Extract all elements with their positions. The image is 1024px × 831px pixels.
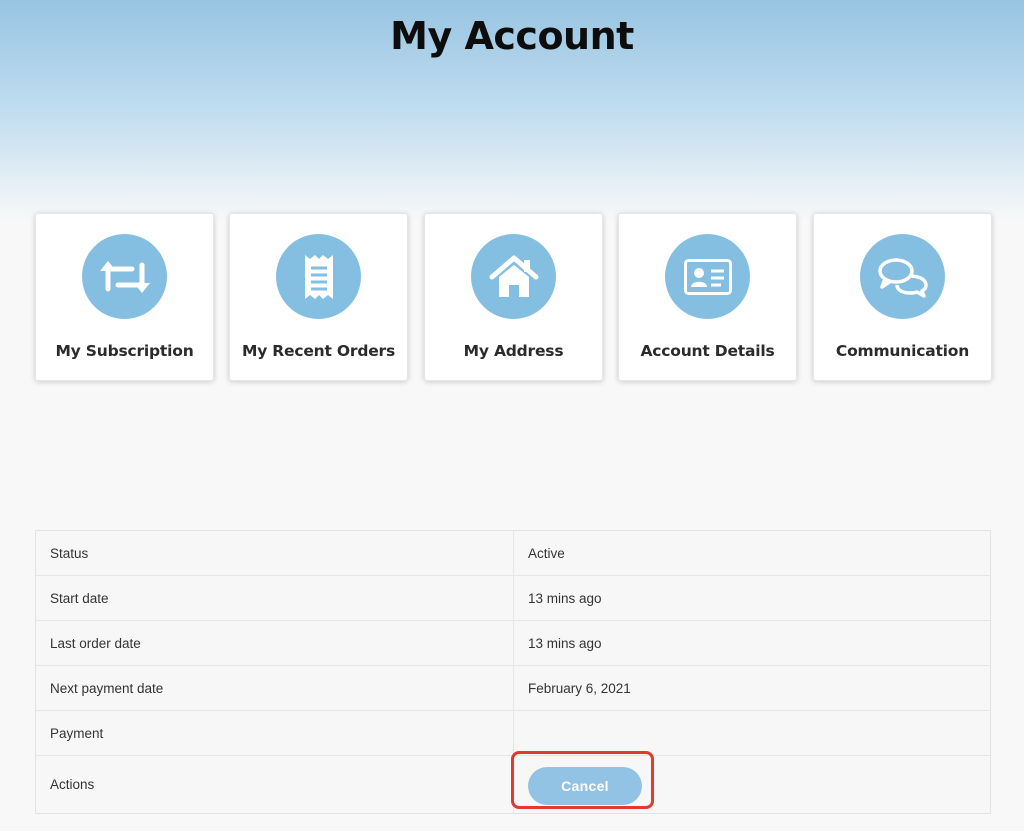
cancel-button[interactable]: Cancel bbox=[528, 766, 642, 805]
table-row: Last order date 13 mins ago bbox=[36, 620, 990, 665]
tile-my-recent-orders[interactable]: My Recent Orders bbox=[229, 213, 408, 381]
account-tiles: My Subscription My Recent Orders My Addr… bbox=[35, 213, 992, 381]
tile-label: My Address bbox=[463, 342, 564, 360]
row-label: Status bbox=[36, 531, 514, 575]
table-row: Payment bbox=[36, 710, 990, 755]
tile-label: Communication bbox=[835, 342, 970, 360]
row-label: Actions bbox=[36, 756, 514, 813]
row-value: February 6, 2021 bbox=[528, 680, 631, 696]
receipt-icon bbox=[302, 253, 336, 301]
chat-bubbles-icon bbox=[877, 256, 929, 298]
tile-icon-circle bbox=[276, 234, 361, 319]
row-value: 13 mins ago bbox=[528, 635, 602, 651]
tile-label: My Subscription bbox=[55, 342, 194, 360]
row-label: Last order date bbox=[36, 621, 514, 665]
row-label: Start date bbox=[36, 576, 514, 620]
table-row: Start date 13 mins ago bbox=[36, 575, 990, 620]
row-value: 13 mins ago bbox=[528, 590, 602, 606]
row-value: Active bbox=[528, 545, 565, 561]
table-row-actions: Actions Cancel bbox=[36, 751, 990, 813]
cancel-wrapper: Cancel bbox=[511, 751, 654, 813]
tile-label: My Recent Orders bbox=[241, 342, 395, 360]
table-row: Status Active bbox=[36, 531, 990, 575]
tile-icon-circle bbox=[471, 234, 556, 319]
tile-label: Account Details bbox=[640, 342, 775, 360]
row-value-actions: Cancel bbox=[511, 751, 990, 813]
tile-icon-circle bbox=[82, 234, 167, 319]
tile-my-address[interactable]: My Address bbox=[424, 213, 603, 381]
tile-communication[interactable]: Communication bbox=[813, 213, 992, 381]
table-row: Next payment date February 6, 2021 bbox=[36, 665, 990, 710]
id-card-icon bbox=[683, 257, 733, 297]
row-value bbox=[514, 711, 990, 755]
tile-account-details[interactable]: Account Details bbox=[618, 213, 797, 381]
row-label: Next payment date bbox=[36, 666, 514, 710]
subscription-refresh-icon bbox=[98, 257, 152, 297]
home-icon bbox=[489, 255, 539, 299]
row-label: Payment bbox=[36, 711, 514, 755]
tile-my-subscription[interactable]: My Subscription bbox=[35, 213, 214, 381]
page-title: My Account bbox=[390, 14, 634, 58]
tile-icon-circle bbox=[665, 234, 750, 319]
subscription-details-table: Status Active Start date 13 mins ago Las… bbox=[35, 530, 991, 814]
tile-icon-circle bbox=[860, 234, 945, 319]
